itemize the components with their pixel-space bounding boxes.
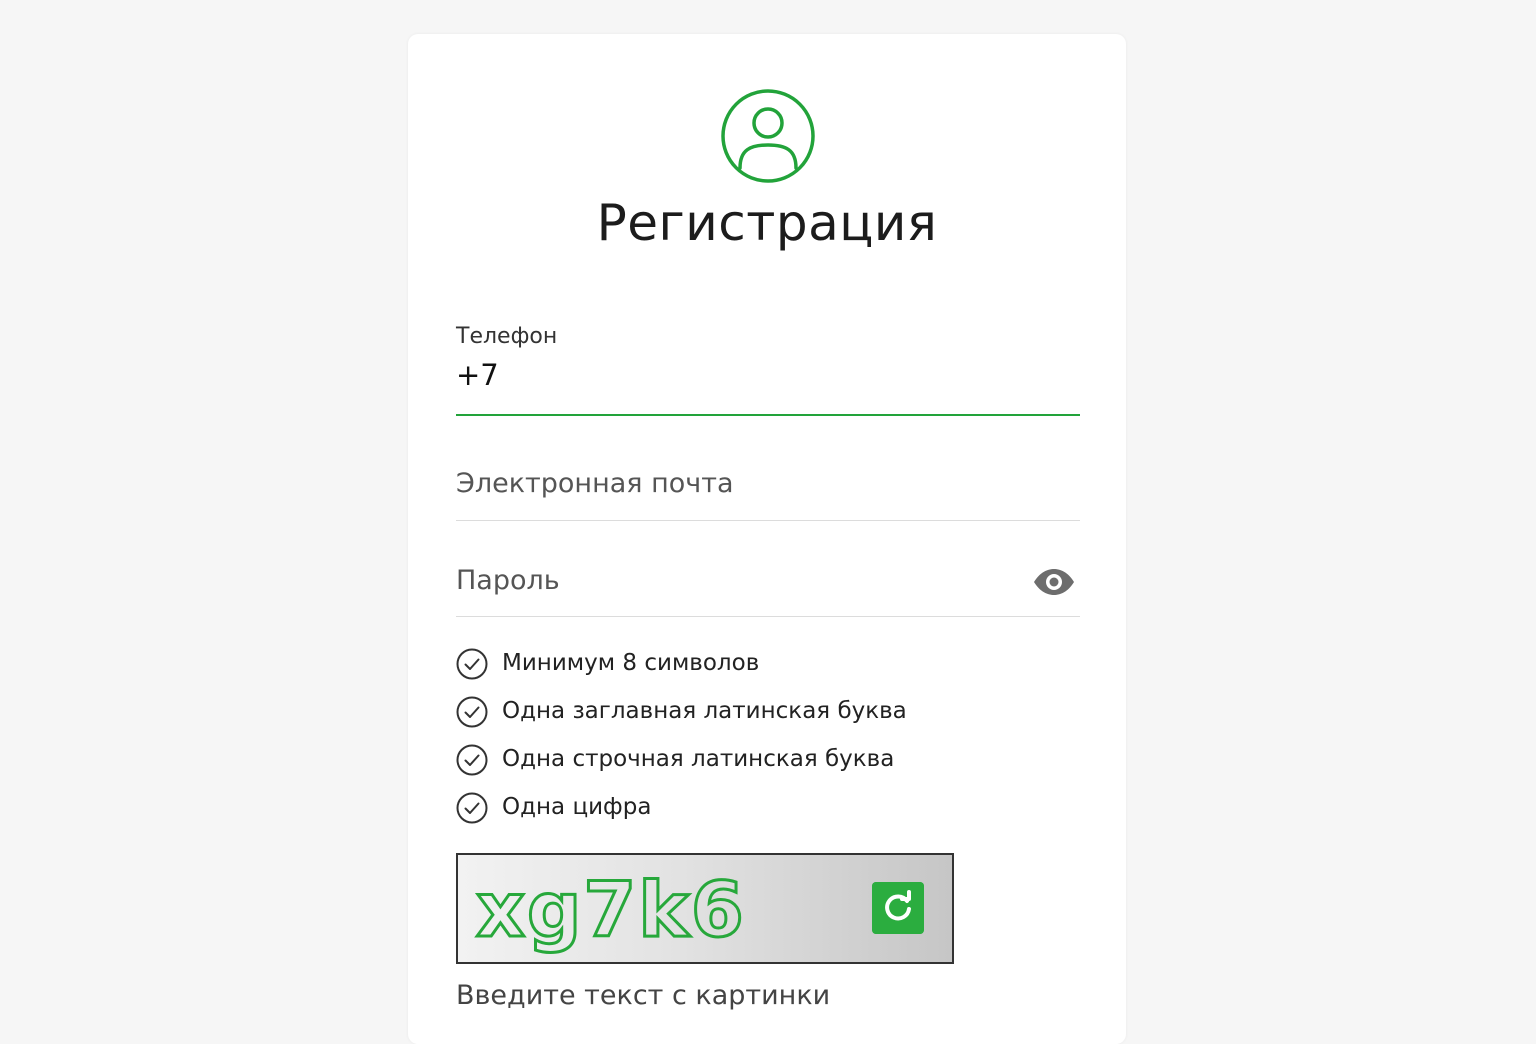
phone-underline — [456, 414, 1080, 416]
rule-item: Одна строчная латинская буква — [456, 742, 1080, 790]
password-field[interactable]: Пароль — [456, 561, 1080, 619]
email-placeholder: Электронная почта — [456, 468, 734, 499]
phone-input[interactable] — [456, 358, 1056, 392]
password-underline — [456, 616, 1080, 617]
captcha-code: xg7k6 — [475, 864, 746, 956]
captcha-image: xg7k6 — [456, 853, 954, 964]
rule-text: Минимум 8 символов — [502, 650, 760, 676]
check-circle-icon — [456, 744, 488, 776]
email-underline — [456, 520, 1080, 521]
page-title: Регистрация — [596, 194, 938, 252]
password-rules: Минимум 8 символов Одна заглавная латинс… — [456, 646, 1080, 838]
refresh-icon[interactable] — [872, 882, 924, 934]
rule-item: Одна заглавная латинская буква — [456, 694, 1080, 742]
rule-text: Одна строчная латинская буква — [502, 746, 895, 772]
registration-card: Регистрация Телефон Электронная почта Па… — [408, 34, 1126, 1044]
phone-label: Телефон — [456, 324, 558, 349]
check-circle-icon — [456, 648, 488, 680]
eye-icon[interactable] — [1032, 567, 1076, 597]
user-avatar-icon — [721, 89, 815, 183]
check-circle-icon — [456, 696, 488, 728]
phone-field[interactable]: Телефон — [456, 324, 1080, 418]
check-circle-icon — [456, 792, 488, 824]
rule-text: Одна заглавная латинская буква — [502, 698, 907, 724]
rule-text: Одна цифра — [502, 794, 652, 820]
rule-item: Одна цифра — [456, 790, 1080, 838]
rule-item: Минимум 8 символов — [456, 646, 1080, 694]
captcha-input[interactable]: Введите текст с картинки — [456, 980, 830, 1011]
password-placeholder: Пароль — [456, 565, 560, 596]
email-field[interactable]: Электронная почта — [456, 464, 1080, 522]
